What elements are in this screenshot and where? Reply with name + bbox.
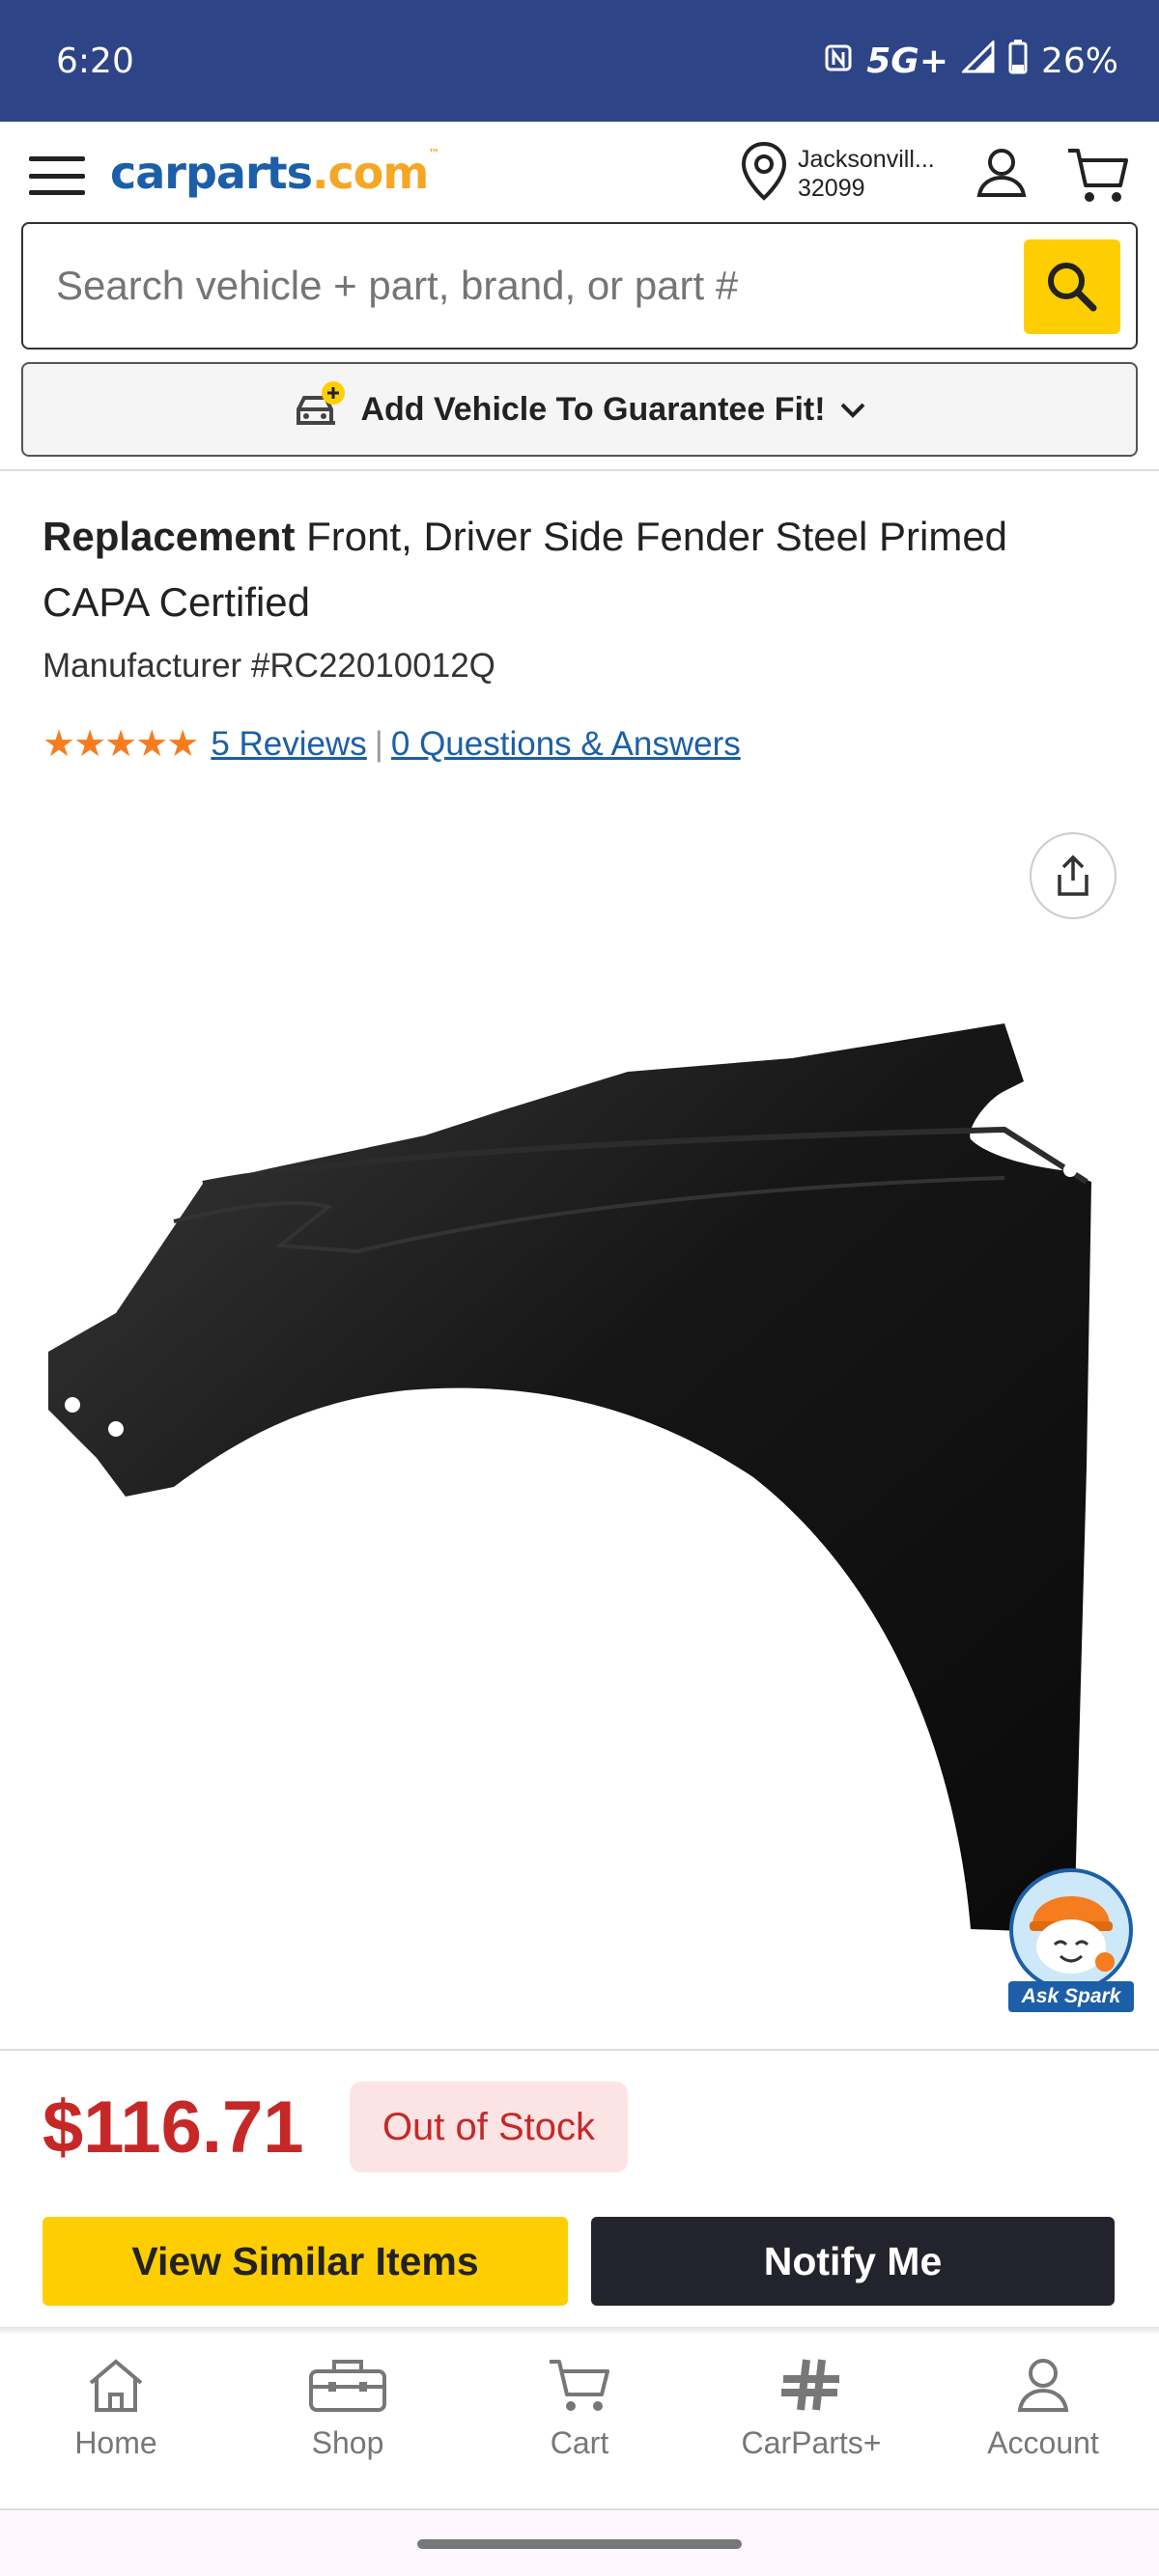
nav-shop[interactable]: Shop xyxy=(232,2335,464,2508)
rating-row: ★★★★★ 5 Reviews | 0 Questions & Answers xyxy=(42,722,741,766)
cart-icon[interactable] xyxy=(1066,145,1128,210)
signal-icon xyxy=(960,38,995,82)
location-zip: 32099 xyxy=(798,174,865,202)
nav-home-label: Home xyxy=(74,2425,157,2460)
nav-shop-label: Shop xyxy=(311,2425,384,2460)
account-icon[interactable] xyxy=(975,147,1028,204)
add-vehicle-bar[interactable]: Add Vehicle To Guarantee Fit! xyxy=(21,362,1138,457)
status-time: 6:20 xyxy=(56,41,134,81)
nav-account-label: Account xyxy=(987,2425,1099,2460)
nav-home[interactable]: Home xyxy=(0,2335,232,2508)
search-button[interactable] xyxy=(1024,239,1120,334)
ask-spark-label: Ask Spark xyxy=(1008,1981,1134,2012)
product-price: $116.71 xyxy=(42,2086,304,2169)
divider xyxy=(0,2049,1159,2051)
star-rating: ★★★★★ xyxy=(42,724,199,765)
search-icon xyxy=(1048,263,1097,312)
rating-separator: | xyxy=(374,724,383,763)
home-gesture-bar[interactable] xyxy=(417,2539,742,2549)
nav-carparts-plus-label: CarParts+ xyxy=(741,2425,882,2460)
nfc-icon xyxy=(824,42,853,81)
home-icon xyxy=(89,2359,143,2412)
toolbox-icon xyxy=(309,2360,386,2412)
reviews-link[interactable]: 5 Reviews xyxy=(211,725,366,764)
nav-carparts-plus[interactable]: CarParts+ xyxy=(695,2335,927,2508)
nav-account[interactable]: Account xyxy=(927,2335,1159,2508)
site-header: carparts.com™ Jacksonvill... 32099 xyxy=(0,122,1159,224)
cart-icon xyxy=(550,2360,609,2411)
qa-link[interactable]: 0 Questions & Answers xyxy=(391,725,741,764)
notify-me-button[interactable]: Notify Me xyxy=(591,2217,1115,2306)
share-button[interactable] xyxy=(1030,832,1117,919)
manufacturer-number: Manufacturer #RC22010012Q xyxy=(42,647,495,685)
search-input[interactable] xyxy=(56,263,1003,309)
spark-mascot-icon xyxy=(1009,1868,1133,1992)
battery-icon xyxy=(1008,39,1028,83)
account-icon xyxy=(1017,2359,1069,2412)
network-type: 5G+ xyxy=(866,41,948,81)
chevron-down-icon xyxy=(839,391,866,429)
product-title-bold: Replacement xyxy=(42,514,296,559)
share-icon xyxy=(1058,854,1088,896)
location-city: Jacksonvill... xyxy=(798,145,935,173)
product-image[interactable] xyxy=(39,966,1120,1933)
divider xyxy=(0,469,1159,471)
add-vehicle-label: Add Vehicle To Guarantee Fit! xyxy=(360,390,826,428)
view-similar-items-button[interactable]: View Similar Items xyxy=(42,2217,568,2306)
nav-cart-label: Cart xyxy=(550,2425,609,2460)
stock-status-badge: Out of Stock xyxy=(350,2082,628,2172)
nav-cart[interactable]: Cart xyxy=(464,2335,695,2508)
product-title: Replacement Front, Driver Side Fender St… xyxy=(42,504,1105,635)
carparts-plus-icon xyxy=(781,2359,839,2411)
status-icons: 5G+ 26% xyxy=(824,38,1118,83)
location-pin-icon xyxy=(740,141,788,206)
battery-level: 26% xyxy=(1040,41,1118,81)
bottom-nav: Home Shop Cart CarParts+ Account xyxy=(0,2335,1159,2508)
search-box xyxy=(21,222,1138,350)
carparts-logo[interactable]: carparts.com™ xyxy=(110,147,439,199)
menu-icon[interactable] xyxy=(29,156,85,195)
add-vehicle-icon xyxy=(293,380,347,439)
status-bar: 6:20 5G+ 26% xyxy=(0,0,1159,122)
nav-shadow xyxy=(0,2327,1159,2335)
ask-spark-button[interactable]: Ask Spark xyxy=(1008,1867,1134,2012)
location-selector[interactable]: Jacksonvill... 32099 xyxy=(740,141,935,206)
